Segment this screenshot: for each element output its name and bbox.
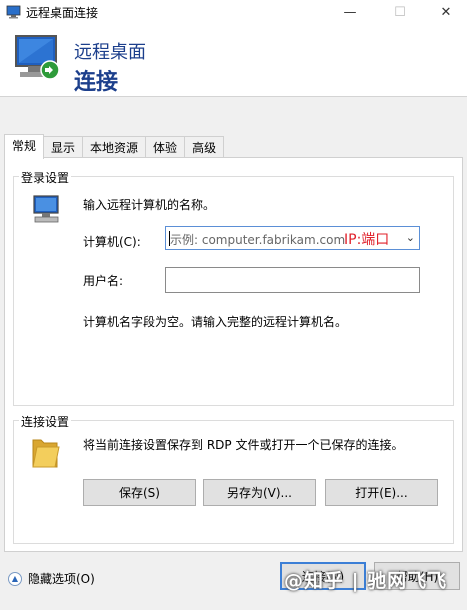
save-button[interactable]: 保存(S) — [83, 479, 196, 506]
computer-label: 计算机(C): — [83, 235, 141, 249]
title-bar: 远程桌面连接 — ☐ ✕ — [0, 0, 467, 24]
hide-options-label: 隐藏选项(O) — [28, 572, 95, 586]
header-divider — [0, 96, 467, 97]
tab-general[interactable]: 常规 — [4, 134, 45, 159]
connection-settings-legend: 连接设置 — [19, 413, 72, 430]
computer-icon — [33, 195, 59, 223]
remote-desktop-app-icon — [6, 5, 21, 19]
save-as-button[interactable]: 另存为(V)... — [203, 479, 316, 506]
open-button[interactable]: 打开(E)... — [325, 479, 438, 506]
username-input[interactable] — [165, 267, 420, 293]
minimize-button[interactable]: — — [330, 0, 370, 24]
username-label: 用户名: — [83, 274, 124, 288]
maximize-icon: ☐ — [394, 4, 406, 20]
close-icon: ✕ — [440, 4, 452, 20]
computer-hint-annotation: IP:端口 — [344, 232, 390, 248]
window-title: 远程桌面连接 — [26, 6, 99, 20]
login-settings-legend: 登录设置 — [19, 169, 72, 186]
empty-computer-note: 计算机名字段为空。请输入完整的远程计算机名。 — [83, 315, 348, 329]
remote-desktop-monitor-icon — [15, 35, 60, 80]
tab-local-resources[interactable]: 本地资源 — [82, 136, 147, 159]
connection-settings-description: 将当前连接设置保存到 RDP 文件或打开一个已保存的连接。 — [83, 438, 404, 452]
hide-options-toggle[interactable]: ▲ 隐藏选项(O) — [8, 570, 95, 587]
close-button[interactable]: ✕ — [426, 0, 466, 24]
general-tab-panel: 登录设置 输入远程计算机的名称。 计算机(C): 示例: computer.fa… — [4, 157, 463, 552]
minimize-icon: — — [343, 4, 357, 20]
folder-icon — [32, 439, 60, 468]
header-title-line2: 连接 — [74, 70, 119, 95]
computer-placeholder: 示例: computer.fabrikam.com — [170, 233, 346, 247]
tab-experience[interactable]: 体验 — [145, 136, 186, 159]
chevron-up-icon: ▲ — [8, 571, 22, 586]
computer-instruction-text: 输入远程计算机的名称。 — [83, 198, 216, 212]
tab-display[interactable]: 显示 — [43, 136, 84, 159]
computer-combobox[interactable]: 示例: computer.fabrikam.com IP:端口 ⌄ — [165, 226, 420, 250]
maximize-button: ☐ — [380, 0, 420, 24]
tab-strip: 常规 显示 本地资源 体验 高级 — [4, 134, 225, 159]
chevron-down-icon[interactable]: ⌄ — [406, 231, 415, 244]
header-banner: 远程桌面 连接 — [0, 24, 467, 96]
header-title-line1: 远程桌面 — [74, 42, 146, 63]
watermark: @知乎 | 驰网飞飞 — [284, 570, 448, 592]
tab-advanced[interactable]: 高级 — [184, 136, 225, 159]
